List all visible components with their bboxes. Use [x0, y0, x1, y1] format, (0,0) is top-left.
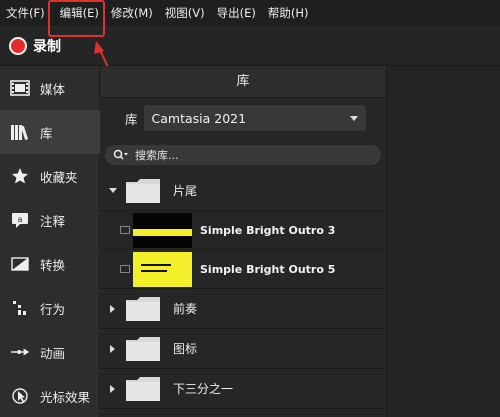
asset-label: Simple Bright Outro 5 — [200, 262, 336, 276]
menu-view[interactable]: 视图(V) — [165, 0, 205, 26]
folder-label: 片尾 — [173, 184, 198, 198]
asset-type-icon — [120, 226, 130, 234]
edit-menu-highlight — [48, 0, 105, 37]
sidebar-item-label: 库 — [40, 125, 53, 141]
search-icon — [113, 149, 128, 160]
canvas-area[interactable] — [386, 66, 500, 417]
sidebar-item-label: 转换 — [40, 257, 66, 273]
expand-caret-icon[interactable] — [101, 384, 125, 393]
sidebar-item-favorites[interactable]: 收藏夹 — [0, 154, 100, 198]
folder-icon — [126, 296, 160, 321]
menu-help[interactable]: 帮助(H) — [268, 0, 309, 26]
asset-thumbnail — [133, 212, 192, 248]
sidebar-item-behaviors[interactable]: 行为 — [0, 286, 100, 330]
callout-icon: a — [10, 210, 30, 230]
star-icon — [10, 166, 30, 186]
expand-caret-icon[interactable] — [101, 304, 125, 313]
folder-icon — [126, 336, 160, 361]
asset-row[interactable]: Simple Bright Outro 5 — [101, 250, 385, 289]
sidebar-item-label: 动画 — [40, 345, 66, 361]
search-placeholder: 搜索库... — [135, 149, 179, 162]
menu-file[interactable]: 文件(F) — [6, 0, 45, 26]
library-select-label: 库 — [125, 111, 138, 127]
sidebar-item-media[interactable]: 媒体 — [0, 66, 100, 110]
panel-title: 库 — [101, 66, 385, 98]
sidebar-item-transitions[interactable]: 转换 — [0, 242, 100, 286]
folder-icon — [126, 376, 160, 401]
folder-label: 下三分之一 — [173, 382, 234, 396]
folder-row-outros[interactable]: 片尾 — [101, 171, 385, 211]
sidebar-item-library[interactable]: 库 — [0, 110, 100, 154]
folder-row-icons[interactable]: 图标 — [101, 329, 385, 369]
record-icon[interactable] — [9, 36, 27, 55]
sidebar-item-label: 光标效果 — [40, 389, 91, 405]
folder-label: 前奏 — [173, 302, 198, 316]
asset-row[interactable]: Simple Bright Outro 3 — [101, 211, 385, 250]
sidebar-item-animations[interactable]: 动画 — [0, 330, 100, 374]
sidebar-item-label: 行为 — [40, 301, 66, 317]
folder-label: 图标 — [173, 342, 198, 356]
sidebar-item-label: 注释 — [40, 213, 66, 229]
behavior-icon — [10, 298, 30, 318]
asset-type-icon — [120, 265, 130, 273]
svg-text:a: a — [18, 215, 23, 224]
expand-caret-icon[interactable] — [101, 187, 125, 194]
library-panel: 库 库 Camtasia 2021 搜索库... 片尾 Simple Brigh… — [101, 66, 385, 417]
asset-label: Simple Bright Outro 3 — [200, 223, 336, 237]
folder-row-intros[interactable]: 前奏 — [101, 289, 385, 329]
sidebar-item-label: 收藏夹 — [40, 169, 78, 185]
library-dropdown-value: Camtasia 2021 — [151, 110, 247, 126]
animation-arrow-icon — [10, 342, 30, 362]
tool-sidebar: 媒体 库 收藏夹 a 注释 转换 行为 动画 光标效果 — [0, 66, 100, 417]
cursor-effects-icon — [10, 386, 30, 406]
folder-row-lower-thirds[interactable]: 下三分之一 — [101, 369, 385, 409]
library-dropdown[interactable]: Camtasia 2021 — [143, 105, 366, 131]
library-select-row: 库 Camtasia 2021 — [101, 104, 385, 132]
menu-modify[interactable]: 修改(M) — [111, 0, 153, 26]
sidebar-item-label: 媒体 — [40, 81, 66, 97]
film-icon — [10, 78, 30, 98]
transition-icon — [10, 254, 30, 274]
chevron-down-icon — [349, 116, 358, 121]
record-button[interactable]: 录制 — [33, 36, 61, 56]
sidebar-item-annotations[interactable]: a 注释 — [0, 198, 100, 242]
sidebar-item-cursor-effects[interactable]: 光标效果 — [0, 374, 100, 417]
search-input[interactable]: 搜索库... — [105, 145, 381, 165]
expand-caret-icon[interactable] — [101, 344, 125, 353]
asset-thumbnail — [133, 251, 192, 287]
folder-icon — [126, 178, 160, 203]
menu-export[interactable]: 导出(E) — [217, 0, 256, 26]
library-books-icon — [10, 122, 30, 142]
